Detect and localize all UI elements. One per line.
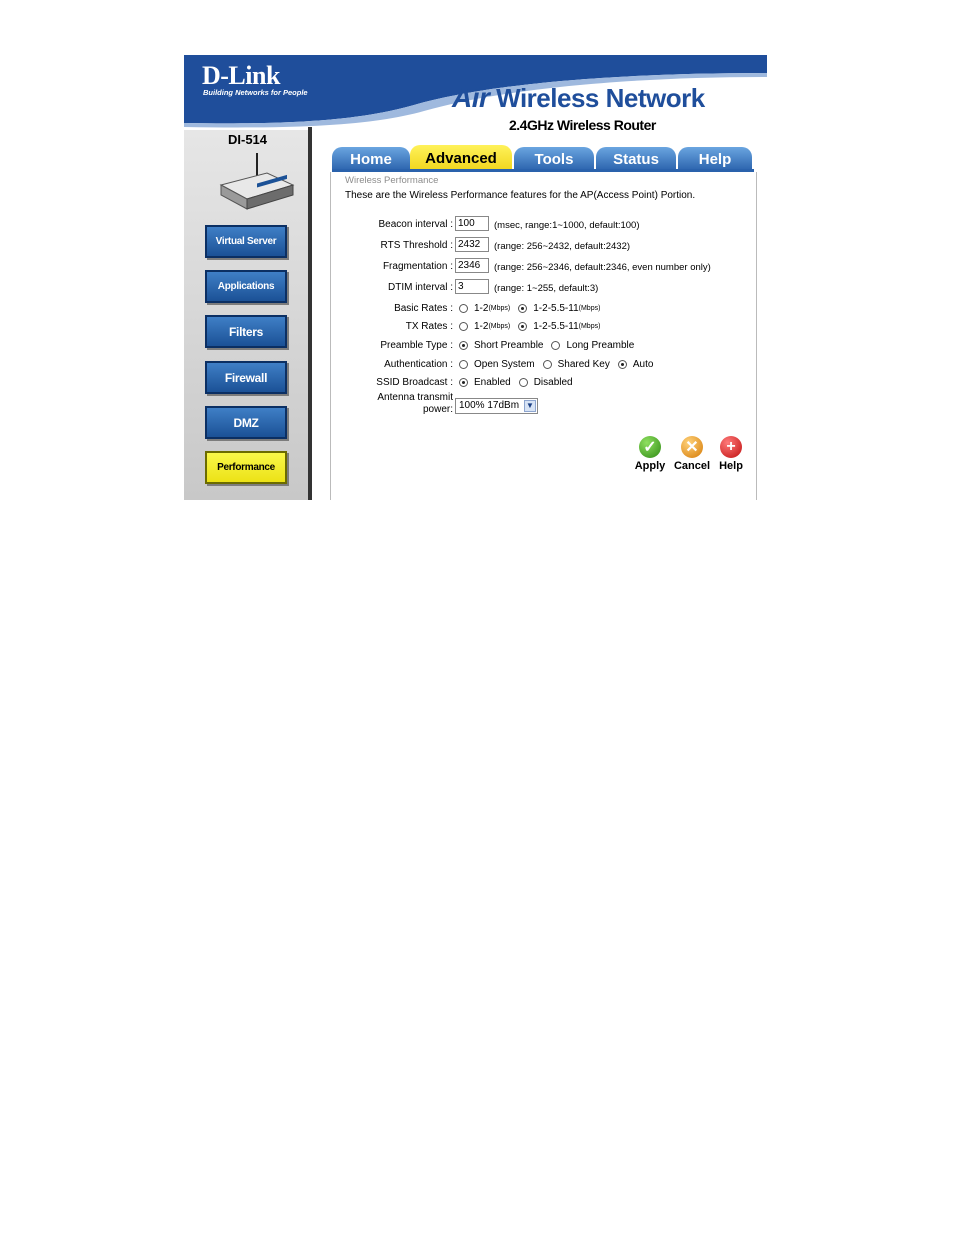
antenna-label: Antenna transmit power: [377,392,453,416]
rts-label: RTS Threshold : [380,240,453,251]
dtim-interval-input[interactable]: 3 [455,279,489,294]
preamble-radio-short[interactable] [459,341,468,350]
model-name: DI-514 [228,132,268,147]
dlink-logo: D-Link [202,61,280,90]
sidebar-item-firewall[interactable]: Firewall [205,361,287,394]
tx-rates-label: TX Rates : [405,321,453,332]
sidebar-divider [308,127,312,500]
tx-rates-opt1-label: 1-2 [474,321,489,332]
ssid-radio-disabled[interactable] [518,378,528,387]
product-title-text: Wireless Network [496,83,705,113]
sidebar-item-performance[interactable]: Performance [205,451,287,484]
preamble-radio-long[interactable] [551,341,561,350]
auth-opt3-label: Auto [632,359,654,370]
rts-threshold-input[interactable]: 2432 [455,237,489,252]
router-admin-window: D-Link Building Networks for People Air … [184,55,767,500]
cancel-label: Cancel [673,460,711,472]
basic-rates-unit-2: (Mbps) [578,305,601,312]
beacon-interval-input[interactable]: 100 [455,216,489,231]
main-tabs: Home Advanced Tools Status Help [332,145,752,171]
apply-label: Apply [634,460,666,472]
auth-label: Authentication : [384,359,453,370]
frag-label: Fragmentation : [382,261,453,272]
plus-icon: + [720,436,742,458]
preamble-label: Preamble Type : [380,340,453,351]
sidebar-item-virtual-server[interactable]: Virtual Server [205,225,287,258]
section-title: Wireless Performance [345,175,439,186]
cancel-x-icon: ✕ [681,436,703,458]
basic-rates-radio-1-2-5-11[interactable] [518,304,528,313]
basic-rates-label: Basic Rates : [394,303,453,314]
ssid-label: SSID Broadcast : [376,377,453,388]
basic-rates-row: Basic Rates : 1-2 (Mbps) 1-2-5.5-11 (Mbps) [331,300,756,318]
tab-advanced[interactable]: Advanced [410,145,512,171]
tx-rates-radio-1-2-5-11[interactable] [518,322,528,331]
ssid-row: SSID Broadcast : Enabled Disabled [331,374,756,392]
ssid-radio-enabled[interactable] [459,378,468,387]
rts-hint: (range: 256~2432, default:2432) [494,241,631,252]
product-subtitle: 2.4GHz Wireless Router [509,117,656,133]
ssid-opt2-label: Disabled [533,377,573,388]
antenna-power-select[interactable]: 100% 17dBm ▼ [455,398,538,414]
tx-rates-unit-2: (Mbps) [578,323,601,330]
beacon-row: Beacon interval : 100 (msec, range:1~100… [331,216,756,234]
router-device-icon [219,153,295,210]
tab-help[interactable]: Help [678,147,752,171]
air-wordmark: Air [452,82,490,113]
rts-row: RTS Threshold : 2432 (range: 256~2432, d… [331,237,756,255]
sidebar-item-dmz[interactable]: DMZ [205,406,287,439]
content-panel: Wireless Performance These are the Wirel… [330,172,757,500]
dtim-row: DTIM interval : 3 (range: 1~255, default… [331,279,756,297]
apply-button[interactable]: ✓ Apply [630,436,670,472]
antenna-power-value: 100% 17dBm [459,400,520,411]
section-description: These are the Wireless Performance featu… [345,190,696,201]
auth-radio-open[interactable] [459,360,468,369]
sidebar-item-filters[interactable]: Filters [205,315,287,348]
auth-opt2-label: Shared Key [557,359,610,370]
sidebar-item-applications[interactable]: Applications [205,270,287,303]
fragmentation-input[interactable]: 2346 [455,258,489,273]
basic-rates-unit-1: (Mbps) [488,305,511,312]
help-button[interactable]: + Help [711,436,751,472]
auth-radio-auto[interactable] [617,360,627,369]
basic-rates-radio-1-2[interactable] [459,304,468,313]
antenna-row: Antenna transmit power: 100% 17dBm ▼ [331,392,756,418]
frag-row: Fragmentation : 2346 (range: 256~2346, d… [331,258,756,276]
tab-tools[interactable]: Tools [514,147,594,171]
frag-hint: (range: 256~2346, default:2346, even num… [494,262,711,273]
dtim-hint: (range: 1~255, default:3) [494,283,599,294]
tab-home[interactable]: Home [332,147,410,171]
ssid-opt1-label: Enabled [474,377,511,388]
preamble-opt2-label: Long Preamble [566,340,635,351]
preamble-row: Preamble Type : Short Preamble Long Prea… [331,337,756,355]
product-title: Air Wireless Network [452,82,705,114]
auth-radio-shared[interactable] [542,360,552,369]
auth-row: Authentication : Open System Shared Key … [331,356,756,374]
tx-rates-opt2-label: 1-2-5.5-11 [533,321,579,332]
cancel-button[interactable]: ✕ Cancel [672,436,712,472]
dlink-tagline: Building Networks for People [203,88,308,97]
basic-rates-opt1-label: 1-2 [474,303,489,314]
dtim-label: DTIM interval : [387,282,453,293]
basic-rates-opt2-label: 1-2-5.5-11 [533,303,579,314]
beacon-label: Beacon interval : [378,219,454,230]
auth-opt1-label: Open System [474,359,535,370]
tx-rates-radio-1-2[interactable] [459,322,468,331]
help-label: Help [719,460,743,472]
chevron-down-icon: ▼ [524,400,536,412]
antenna-label-line1: Antenna transmit [377,392,453,403]
tx-rates-row: TX Rates : 1-2 (Mbps) 1-2-5.5-11 (Mbps) [331,318,756,336]
tab-status[interactable]: Status [596,147,676,171]
header-banner: D-Link Building Networks for People Air … [184,55,767,133]
preamble-opt1-label: Short Preamble [474,340,544,351]
checkmark-icon: ✓ [639,436,661,458]
beacon-hint: (msec, range:1~1000, default:100) [494,220,640,231]
antenna-label-line2: power: [422,404,453,415]
tx-rates-unit-1: (Mbps) [488,323,511,330]
